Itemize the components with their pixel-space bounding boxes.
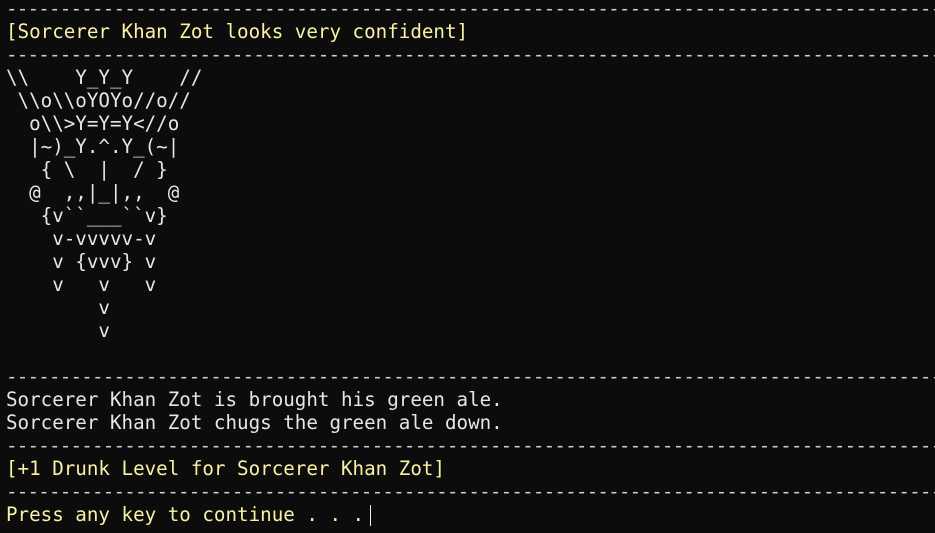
ascii-art-line: v-vvvvv-v [6,227,157,250]
ascii-art-line: v {vvv} v [6,250,157,273]
ascii-art-line: o\\>Y=Y=Y<//o [6,112,180,135]
ascii-art-line: {v``___``v} [6,204,168,227]
separator-above-effect: ----------------------------------------… [6,434,935,457]
text-cursor [370,505,372,526]
narration-line: Sorcerer Khan Zot chugs the green ale do… [6,411,503,434]
drunk-level-effect: [+1 Drunk Level for Sorcerer Khan Zot] [6,457,445,480]
ascii-art-line: v [6,296,110,319]
narration-line: Sorcerer Khan Zot is brought his green a… [6,388,503,411]
status-header: [Sorcerer Khan Zot looks very confident] [6,20,469,43]
continue-prompt-text: Press any key to continue . . . [6,503,365,526]
ascii-art-line: @ ,,|_|,, @ [6,181,180,204]
separator-under-header: ----------------------------------------… [6,43,935,66]
ascii-art-line: { \ | / } [6,158,168,181]
continue-prompt[interactable]: Press any key to continue . . . [6,503,935,526]
ascii-art-line: v v v [6,273,157,296]
terminal-window[interactable]: ----------------------------------------… [6,0,935,526]
ascii-art-line: v [6,319,110,342]
ascii-art-line: \\ Y_Y_Y // [6,66,203,89]
ascii-art-sorcerer: \\ Y_Y_Y // \\o\\oYOYo//o// o\\>Y=Y=Y<//… [6,66,935,342]
separator-top: ----------------------------------------… [6,0,935,20]
ascii-art-line: |~)_Y.^.Y_(~| [6,135,180,158]
ascii-art-line: \\o\\oYOYo//o// [6,89,191,112]
separator-above-narration: ----------------------------------------… [6,365,935,388]
separator-above-prompt: ----------------------------------------… [6,480,935,503]
